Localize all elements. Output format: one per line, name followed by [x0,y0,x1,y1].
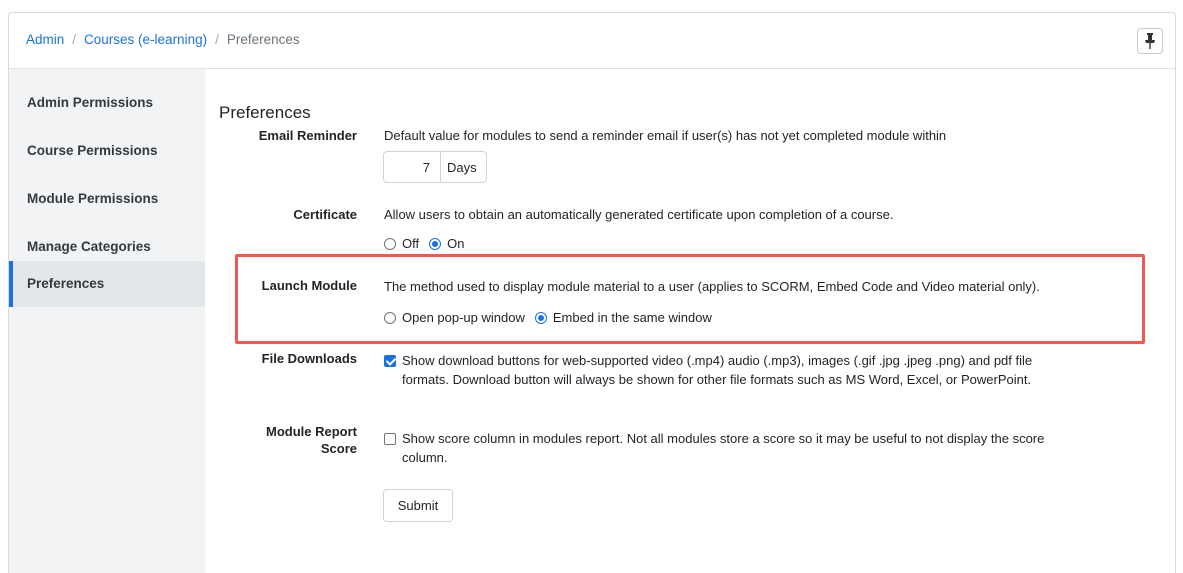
certificate-off-radio[interactable] [384,237,396,250]
certificate-label: Certificate [293,207,357,222]
breadcrumb-admin[interactable]: Admin [26,32,64,47]
launch-module-description: The method used to display module materi… [384,279,1040,294]
sidebar-item-admin-permissions[interactable]: Admin Permissions [9,81,205,125]
sidebar: Admin Permissions Course Permissions Mod… [9,69,205,573]
breadcrumb-separator: / [215,32,219,47]
embed-same-window-label: Embed in the same window [552,310,712,325]
file-downloads-label: File Downloads [261,351,357,366]
breadcrumb-current: Preferences [226,32,300,47]
breadcrumb-courses[interactable]: Courses (e-learning) [84,32,207,47]
sidebar-item-label: Admin Permissions [27,95,154,110]
certificate-on-radio[interactable] [429,237,442,250]
sidebar-item-label: Preferences [27,276,105,291]
sidebar-item-label: Module Permissions [27,191,159,206]
days-unit-label: Days [441,151,487,183]
reminder-days-input[interactable] [383,151,441,183]
launch-module-options: Open pop-up window Embed in the same win… [384,310,722,325]
module-report-score-label-line1: Module Report [266,424,357,439]
launch-module-label: Launch Module [261,278,357,293]
sidebar-item-module-permissions[interactable]: Module Permissions [9,177,205,221]
main-content: Preferences Email Reminder Default value… [205,69,1175,573]
email-reminder-label: Email Reminder [258,128,357,143]
pin-icon [1145,33,1155,49]
score-column-checkbox[interactable] [384,433,396,445]
certificate-description: Allow users to obtain an automatically g… [384,207,894,222]
file-downloads-checkbox[interactable] [384,355,396,367]
file-downloads-description-line2: formats. Download button will always be … [402,372,1032,387]
app-frame: Admin / Courses (e-learning) / Preferenc… [8,12,1176,573]
popup-window-label: Open pop-up window [402,310,525,325]
score-column-description-line2: column. [402,450,448,465]
email-reminder-description: Default value for modules to send a remi… [384,128,947,143]
sidebar-item-course-permissions[interactable]: Course Permissions [9,129,205,173]
sidebar-item-label: Manage Categories [27,239,151,254]
embed-same-window-radio[interactable] [534,311,547,324]
popup-window-radio[interactable] [384,311,396,324]
certificate-on-label: On [447,236,465,251]
score-column-description-line1: Show score column in modules report. Not… [402,431,1045,446]
module-report-score-label-line2: Score [320,441,357,456]
breadcrumb-separator: / [72,32,77,47]
pin-button[interactable] [1137,28,1163,54]
breadcrumb: Admin / Courses (e-learning) / Preferenc… [26,32,300,47]
page-title: Preferences [219,103,311,122]
file-downloads-description-line1: Show download buttons for web-supported … [402,353,1033,368]
sidebar-item-preferences[interactable]: Preferences [9,261,205,307]
submit-button[interactable]: Submit [383,489,453,522]
sidebar-item-label: Course Permissions [27,143,158,158]
certificate-off-label: Off [402,236,420,251]
top-bar: Admin / Courses (e-learning) / Preferenc… [9,13,1175,69]
certificate-options: Off On [384,236,474,251]
